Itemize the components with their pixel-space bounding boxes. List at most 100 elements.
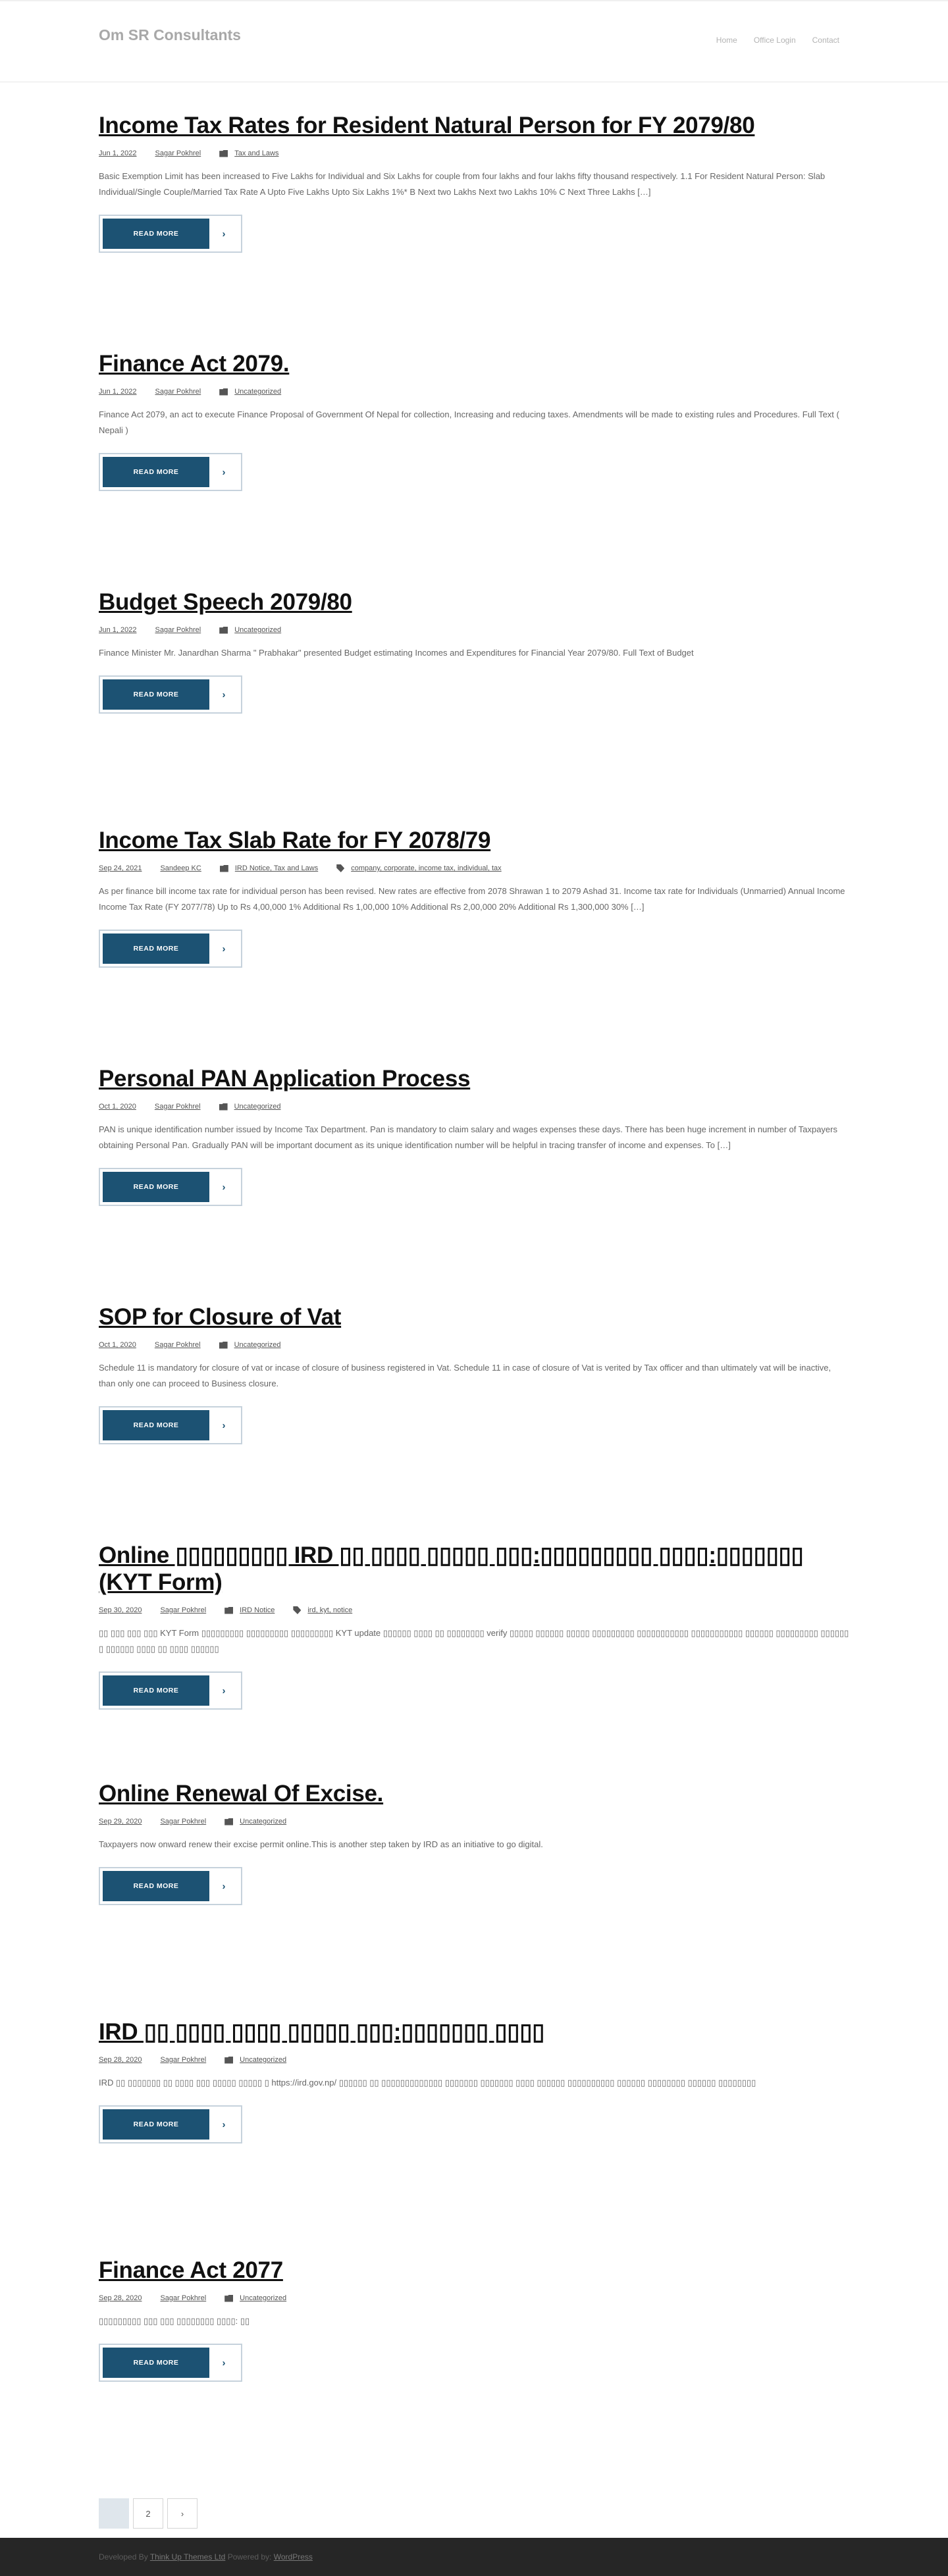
post-categories[interactable]: Uncategorized [240, 1818, 286, 1826]
post-entry: Income Tax Slab Rate for FY 2078/79 Sep … [99, 827, 849, 1065]
footer-developed-by: Developed By [99, 2552, 148, 2562]
post-author[interactable]: Sagar Pokhrel [155, 388, 201, 396]
footer-wordpress-link[interactable]: WordPress [274, 2552, 313, 2562]
post-categories[interactable]: IRD Notice, Tax and Laws [235, 864, 318, 872]
folder-icon [219, 1103, 228, 1111]
pagination-next-icon[interactable]: › [167, 2498, 198, 2529]
main-content: Income Tax Rates for Resident Natural Pe… [99, 82, 849, 2529]
post-title-link[interactable]: IRD ▯▯ ▯▯▯▯ ▯▯▯▯ ▯▯▯▯▯ ▯▯▯:▯▯▯▯▯▯▯ ▯▯▯▯ [99, 2019, 544, 2045]
post-categories[interactable]: Uncategorized [240, 2056, 286, 2064]
chevron-right-icon: › [222, 1419, 226, 1431]
post-author[interactable]: Sagar Pokhrel [160, 1818, 206, 1826]
footer-theme-link[interactable]: Think Up Themes Ltd [150, 2552, 226, 2562]
post-date[interactable]: Oct 1, 2020 [99, 1103, 136, 1111]
post-title-link[interactable]: Budget Speech 2079/80 [99, 589, 352, 615]
post-meta: Sep 28, 2020 Sagar Pokhrel Uncategorized [99, 2294, 849, 2302]
read-more-label: READ MORE [103, 933, 209, 964]
post-date[interactable]: Jun 1, 2022 [99, 388, 137, 396]
post-tags[interactable]: company, corporate, income tax, individu… [351, 864, 501, 872]
post-categories[interactable]: Tax and Laws [234, 149, 278, 157]
read-more-button[interactable]: READ MORE › [99, 675, 242, 714]
post-entry: Income Tax Rates for Resident Natural Pe… [99, 112, 849, 350]
post-date[interactable]: Sep 30, 2020 [99, 1606, 142, 1614]
post-categories[interactable]: Uncategorized [234, 1103, 281, 1111]
post-title: IRD ▯▯ ▯▯▯▯ ▯▯▯▯ ▯▯▯▯▯ ▯▯▯:▯▯▯▯▯▯▯ ▯▯▯▯ [99, 2018, 849, 2045]
read-more-label: READ MORE [103, 2109, 209, 2140]
read-more-label: READ MORE [103, 1172, 209, 1202]
nav-item-office-login[interactable]: Office Login [754, 36, 796, 45]
pagination: 1 2 › [99, 2498, 849, 2529]
post-author[interactable]: Sagar Pokhrel [155, 149, 201, 157]
post-author[interactable]: Sagar Pokhrel [160, 1606, 206, 1614]
site-title-link[interactable]: Om SR Consultants [99, 26, 241, 44]
post-title: Personal PAN Application Process [99, 1065, 849, 1092]
post-date[interactable]: Sep 24, 2021 [99, 864, 142, 872]
post-title-link[interactable]: Finance Act 2079. [99, 351, 290, 377]
post-title: SOP for Closure of Vat [99, 1303, 849, 1330]
chevron-right-icon: › [222, 2118, 226, 2130]
read-more-button[interactable]: READ MORE › [99, 1168, 242, 1206]
post-title: Income Tax Rates for Resident Natural Pe… [99, 112, 849, 139]
read-more-button[interactable]: READ MORE › [99, 215, 242, 253]
post-categories[interactable]: Uncategorized [234, 388, 281, 396]
post-author[interactable]: Sagar Pokhrel [160, 2056, 206, 2064]
post-author[interactable]: Sagar Pokhrel [155, 626, 201, 634]
post-excerpt: ▯▯▯▯▯▯▯▯▯ ▯▯▯ ▯▯▯ ▯▯▯▯▯▯▯▯ ▯▯▯▯: ▯▯ [99, 2316, 250, 2326]
nav-item-home[interactable]: Home [716, 36, 737, 45]
post-date[interactable]: Jun 1, 2022 [99, 149, 137, 157]
post-title-link[interactable]: Online ▯▯▯▯▯▯▯▯▯ IRD ▯▯ ▯▯▯▯ ▯▯▯▯▯ ▯▯▯:▯… [99, 1542, 804, 1595]
chevron-right-icon: › [222, 466, 226, 478]
post-categories[interactable]: Uncategorized [234, 626, 281, 634]
read-more-label: READ MORE [103, 457, 209, 487]
post-author[interactable]: Sagar Pokhrel [155, 1341, 201, 1349]
read-more-button[interactable]: READ MORE › [99, 453, 242, 491]
post-entry: Finance Act 2079. Jun 1, 2022 Sagar Pokh… [99, 350, 849, 589]
read-more-button[interactable]: READ MORE › [99, 930, 242, 968]
post-tags[interactable]: ird, kyt, notice [307, 1606, 352, 1614]
folder-icon [219, 388, 228, 396]
post-title: Income Tax Slab Rate for FY 2078/79 [99, 827, 849, 854]
footer-powered-by: Powered by: [227, 2552, 272, 2562]
post-categories[interactable]: Uncategorized [240, 2294, 286, 2302]
post-title-link[interactable]: Finance Act 2077 [99, 2257, 283, 2283]
post-title-link[interactable]: Income Tax Rates for Resident Natural Pe… [99, 113, 755, 138]
folder-icon [224, 2294, 234, 2302]
folder-icon [224, 1606, 234, 1614]
chevron-right-icon: › [222, 1880, 226, 1892]
tag-icon [293, 1606, 302, 1614]
post-date[interactable]: Sep 29, 2020 [99, 1818, 142, 1826]
read-more-label: READ MORE [103, 679, 209, 710]
post-categories[interactable]: Uncategorized [234, 1341, 281, 1349]
post-date[interactable]: Sep 28, 2020 [99, 2056, 142, 2064]
post-title-link[interactable]: Personal PAN Application Process [99, 1066, 470, 1091]
post-categories[interactable]: IRD Notice [240, 1606, 275, 1614]
post-date[interactable]: Oct 1, 2020 [99, 1341, 136, 1349]
post-meta: Jun 1, 2022 Sagar Pokhrel Uncategorized [99, 388, 849, 396]
post-excerpt: As per finance bill income tax rate for … [99, 886, 845, 912]
read-more-button[interactable]: READ MORE › [99, 1671, 242, 1710]
post-title: Online Renewal Of Excise. [99, 1780, 849, 1807]
post-excerpt: Taxpayers now onward renew their excise … [99, 1839, 543, 1849]
read-more-button[interactable]: READ MORE › [99, 1406, 242, 1444]
pagination-page-2[interactable]: 2 [133, 2498, 163, 2529]
post-title-link[interactable]: Online Renewal Of Excise. [99, 1781, 383, 1806]
nav-item-contact[interactable]: Contact [812, 36, 839, 45]
tag-icon [336, 864, 345, 872]
post-excerpt: Schedule 11 is mandatory for closure of … [99, 1363, 831, 1388]
read-more-button[interactable]: READ MORE › [99, 2344, 242, 2382]
post-date[interactable]: Jun 1, 2022 [99, 626, 137, 634]
chevron-right-icon: › [222, 1181, 226, 1193]
post-entry: SOP for Closure of Vat Oct 1, 2020 Sagar… [99, 1303, 849, 1542]
read-more-button[interactable]: READ MORE › [99, 2105, 242, 2143]
post-date[interactable]: Sep 28, 2020 [99, 2294, 142, 2302]
post-title-link[interactable]: Income Tax Slab Rate for FY 2078/79 [99, 828, 490, 853]
folder-icon [219, 626, 228, 634]
post-author[interactable]: Sandeep KC [160, 864, 201, 872]
post-title-link[interactable]: SOP for Closure of Vat [99, 1304, 341, 1330]
post-author[interactable]: Sagar Pokhrel [155, 1103, 201, 1111]
folder-icon [219, 1341, 228, 1349]
read-more-button[interactable]: READ MORE › [99, 1867, 242, 1905]
post-author[interactable]: Sagar Pokhrel [160, 2294, 206, 2302]
post-excerpt: Finance Minister Mr. Janardhan Sharma " … [99, 648, 694, 658]
post-meta: Sep 29, 2020 Sagar Pokhrel Uncategorized [99, 1818, 849, 1826]
